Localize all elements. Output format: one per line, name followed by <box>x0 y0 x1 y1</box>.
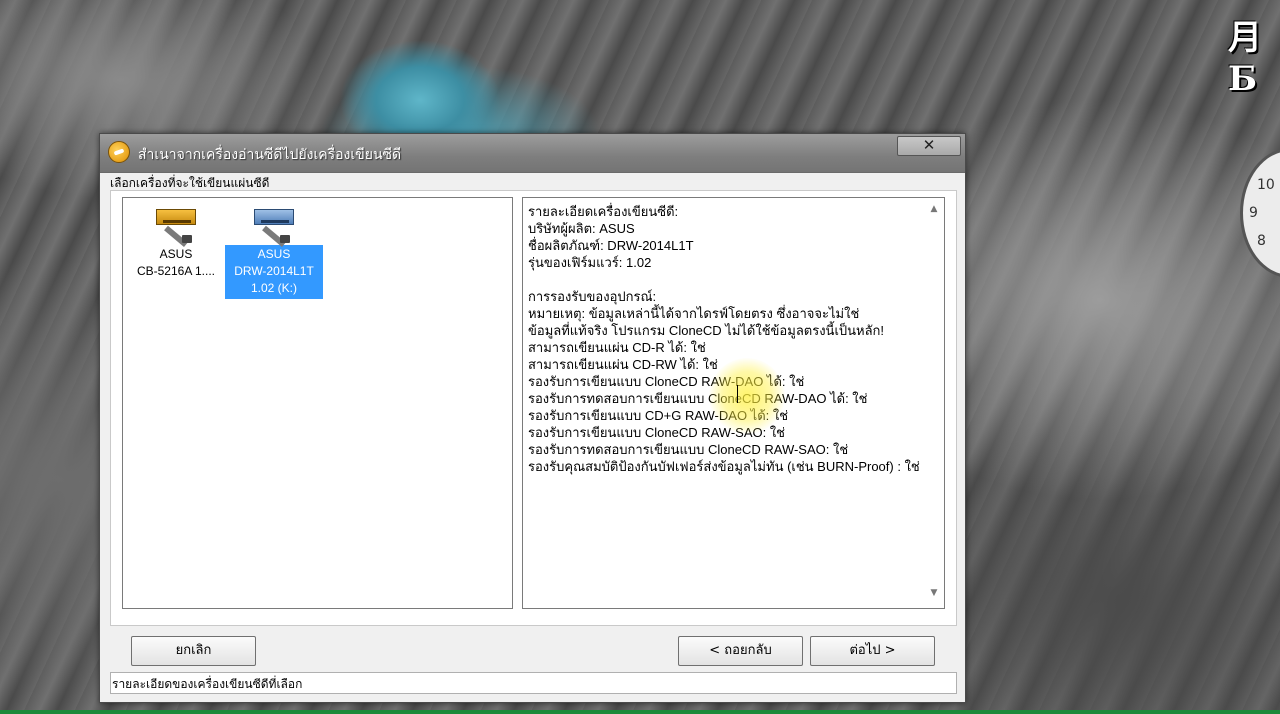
device-model: DRW-2014L1T <box>234 264 314 278</box>
scroll-up-arrow-icon[interactable]: ▲ <box>928 204 940 214</box>
details-line: รองรับการเขียนแบบ CloneCD RAW-SAO: ใช่ <box>528 425 785 440</box>
status-text: รายละเอียดของเครื่องเขียนซีดีที่เลือก <box>112 677 303 691</box>
cancel-button[interactable]: ยกเลิก <box>131 636 256 666</box>
window-title: สำเนาจากเครื่องอ่านซีดีไปยังเครื่องเขียน… <box>138 147 402 163</box>
details-line: การรองรับของอุปกรณ์: <box>528 289 657 304</box>
details-line: รองรับการเขียนแบบ CloneCD RAW-DAO ได้: ใ… <box>528 374 805 389</box>
scroll-down-arrow-icon[interactable]: ▼ <box>928 588 940 598</box>
details-line: ข้อมูลที่แท้จริง โปรแกรม CloneCD ไม่ได้ใ… <box>528 323 885 338</box>
details-line: รุ่นของเฟิร์มแวร์: 1.02 <box>528 255 652 270</box>
details-line: บริษัทผู้ผลิต: ASUS <box>528 221 635 236</box>
details-line: สามารถเขียนแผ่น CD-R ได้: ใช่ <box>528 340 706 355</box>
status-bar: รายละเอียดของเครื่องเขียนซีดีที่เลือก <box>110 672 957 694</box>
device-name: ASUS <box>257 247 291 261</box>
taskbar-edge <box>0 710 1280 714</box>
cd-drive-icon <box>154 205 198 248</box>
details-line <box>528 271 923 288</box>
device-item-asus-cb5216a[interactable]: ASUS CB-5216A 1.... <box>127 200 225 282</box>
clock-number: 9 <box>1249 205 1258 221</box>
writer-details-textbox[interactable]: รายละเอียดเครื่องเขียนซีดี: บริษัทผู้ผลิ… <box>522 197 945 609</box>
details-line: รองรับการทดสอบการเขียนแบบ CloneCD RAW-DA… <box>528 391 868 406</box>
device-name: ASUS <box>159 247 193 261</box>
clock-number: 8 <box>1257 233 1266 249</box>
close-button[interactable]: ✕ <box>897 136 961 156</box>
details-line: ชื่อผลิตภัณฑ์: DRW-2014L1T <box>528 238 694 253</box>
clonecd-app-icon <box>108 141 130 163</box>
device-firmware-drive: 1.02 (K:) <box>250 281 298 295</box>
title-bar[interactable]: สำเนาจากเครื่องอ่านซีดีไปยังเครื่องเขียน… <box>100 134 965 173</box>
desktop-logo: 月Б <box>1228 18 1262 99</box>
writer-device-list[interactable]: ASUS CB-5216A 1.... ASUS DRW-2014L1T 1.0… <box>122 197 513 609</box>
details-line: รองรับการเขียนแบบ CD+G RAW-DAO ได้: ใช่ <box>528 408 789 423</box>
details-line: สามารถเขียนแผ่น CD-RW ได้: ใช่ <box>528 357 718 372</box>
clock-number: 10 <box>1257 177 1275 193</box>
device-model: CB-5216A 1.... <box>136 264 216 278</box>
details-line: รายละเอียดเครื่องเขียนซีดี: <box>528 204 679 219</box>
details-line: หมายเหตุ: ข้อมูลเหล่านี้ได้จากไดรฟ์โดยตร… <box>528 306 860 321</box>
next-button[interactable]: ต่อไป > <box>810 636 935 666</box>
device-item-asus-drw2014l1t[interactable]: ASUS DRW-2014L1T 1.02 (K:) <box>225 200 323 299</box>
back-button[interactable]: < ถอยกลับ <box>678 636 803 666</box>
details-line: รองรับการทดสอบการเขียนแบบ CloneCD RAW-SA… <box>528 442 849 457</box>
copy-disc-dialog: สำเนาจากเครื่องอ่านซีดีไปยังเครื่องเขียน… <box>99 133 966 703</box>
details-text: รายละเอียดเครื่องเขียนซีดี: บริษัทผู้ผลิ… <box>528 203 923 475</box>
close-icon: ✕ <box>922 136 936 154</box>
cd-writer-icon <box>252 205 296 248</box>
details-line: รองรับคุณสมบัติป้องกันบัฟเฟอร์ส่งข้อมูลไ… <box>528 459 920 474</box>
